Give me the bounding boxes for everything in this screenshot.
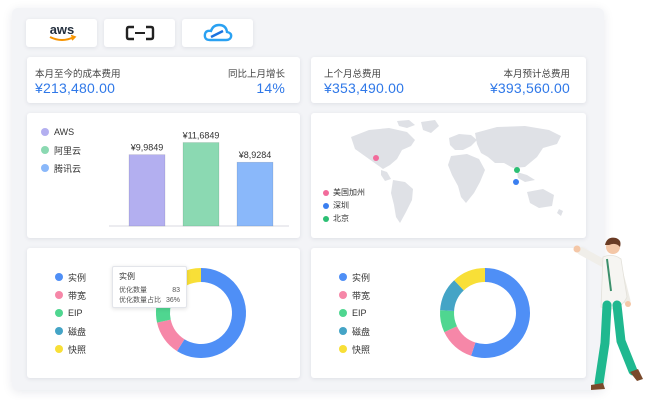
legend-swatch (323, 189, 329, 196)
bar-chart: ¥9,9849 ¥11,6849 ¥8,9284 (109, 131, 289, 227)
forecast-label: 本月预计总费用 (503, 69, 570, 80)
bar-1[interactable] (128, 154, 166, 227)
legend-swatch (323, 215, 329, 222)
region-map-card: 美国加州 深圳 北京 (311, 113, 586, 238)
donut-slice-4[interactable] (440, 280, 465, 312)
map-marker-shenzhen[interactable] (513, 179, 519, 185)
map-legend-item[interactable]: 北京 (323, 212, 365, 225)
donut-slice-5[interactable] (454, 268, 486, 291)
legend-swatch (323, 202, 329, 209)
last-month-label: 上个月总费用 (324, 69, 382, 80)
bar-3[interactable] (236, 161, 274, 227)
cost-summary-card: 本月至今的成本费用 ¥213,480.00 同比上月增长 14% (27, 57, 300, 103)
aliyun-logo-icon (125, 25, 154, 41)
donut-chart-right (440, 268, 530, 358)
donut-tooltip: 实例 优化数量 83 优化数量占比 36% (112, 266, 187, 308)
tencent-cloud-logo-icon (203, 23, 232, 42)
continents (351, 120, 563, 223)
bar-value-label: ¥11,6849 (182, 131, 220, 141)
tooltip-title: 实例 (119, 272, 135, 281)
tooltip-row: 优化数量占比 36% (119, 297, 180, 304)
mom-growth-value: 14% (256, 80, 285, 96)
forecast-value: ¥393,560.00 (489, 80, 570, 96)
last-month-value: ¥353,490.00 (324, 80, 405, 96)
map-legend: 美国加州 深圳 北京 (323, 186, 365, 225)
person-illustration (573, 237, 643, 390)
donut-slice-3[interactable] (440, 310, 458, 333)
aws-logo-icon: aws (49, 22, 76, 41)
map-legend-item[interactable]: 美国加州 (323, 186, 365, 199)
donut-slice-2[interactable] (444, 325, 476, 356)
bar-value-label: ¥9,9849 (130, 143, 164, 153)
monthly-total-card: 上个月总费用 ¥353,490.00 本月预计总费用 ¥393,560.00 (311, 57, 586, 103)
bar-value-label: ¥8,9284 (238, 150, 272, 160)
optimization-donut-card-right: 实例 带宽 EIP 磁盘 快照 (311, 248, 586, 378)
aws-logo-text: aws (49, 22, 74, 37)
donut-slice-1[interactable] (177, 268, 246, 358)
provider-tencent-cloud[interactable] (182, 19, 253, 47)
provider-aws[interactable]: aws (26, 19, 97, 47)
provider-aliyun[interactable] (104, 19, 175, 47)
donut-slice-1[interactable] (471, 268, 530, 358)
map-marker-beijing[interactable] (514, 167, 520, 173)
map-legend-item[interactable]: 深圳 (323, 199, 365, 212)
bar-2[interactable] (182, 142, 220, 227)
cost-bar-chart-card: AWS 阿里云 腾讯云 ¥9,9849 ¥11,6849 ¥8,9284 (27, 113, 300, 238)
donut-slice-2[interactable] (157, 319, 185, 352)
mtd-cost-label: 本月至今的成本费用 (35, 69, 121, 80)
tooltip-row: 优化数量 83 (119, 287, 180, 294)
mom-growth-label: 同比上月增长 (227, 69, 285, 80)
mtd-cost-value: ¥213,480.00 (35, 80, 116, 96)
map-marker-california[interactable] (373, 155, 379, 161)
